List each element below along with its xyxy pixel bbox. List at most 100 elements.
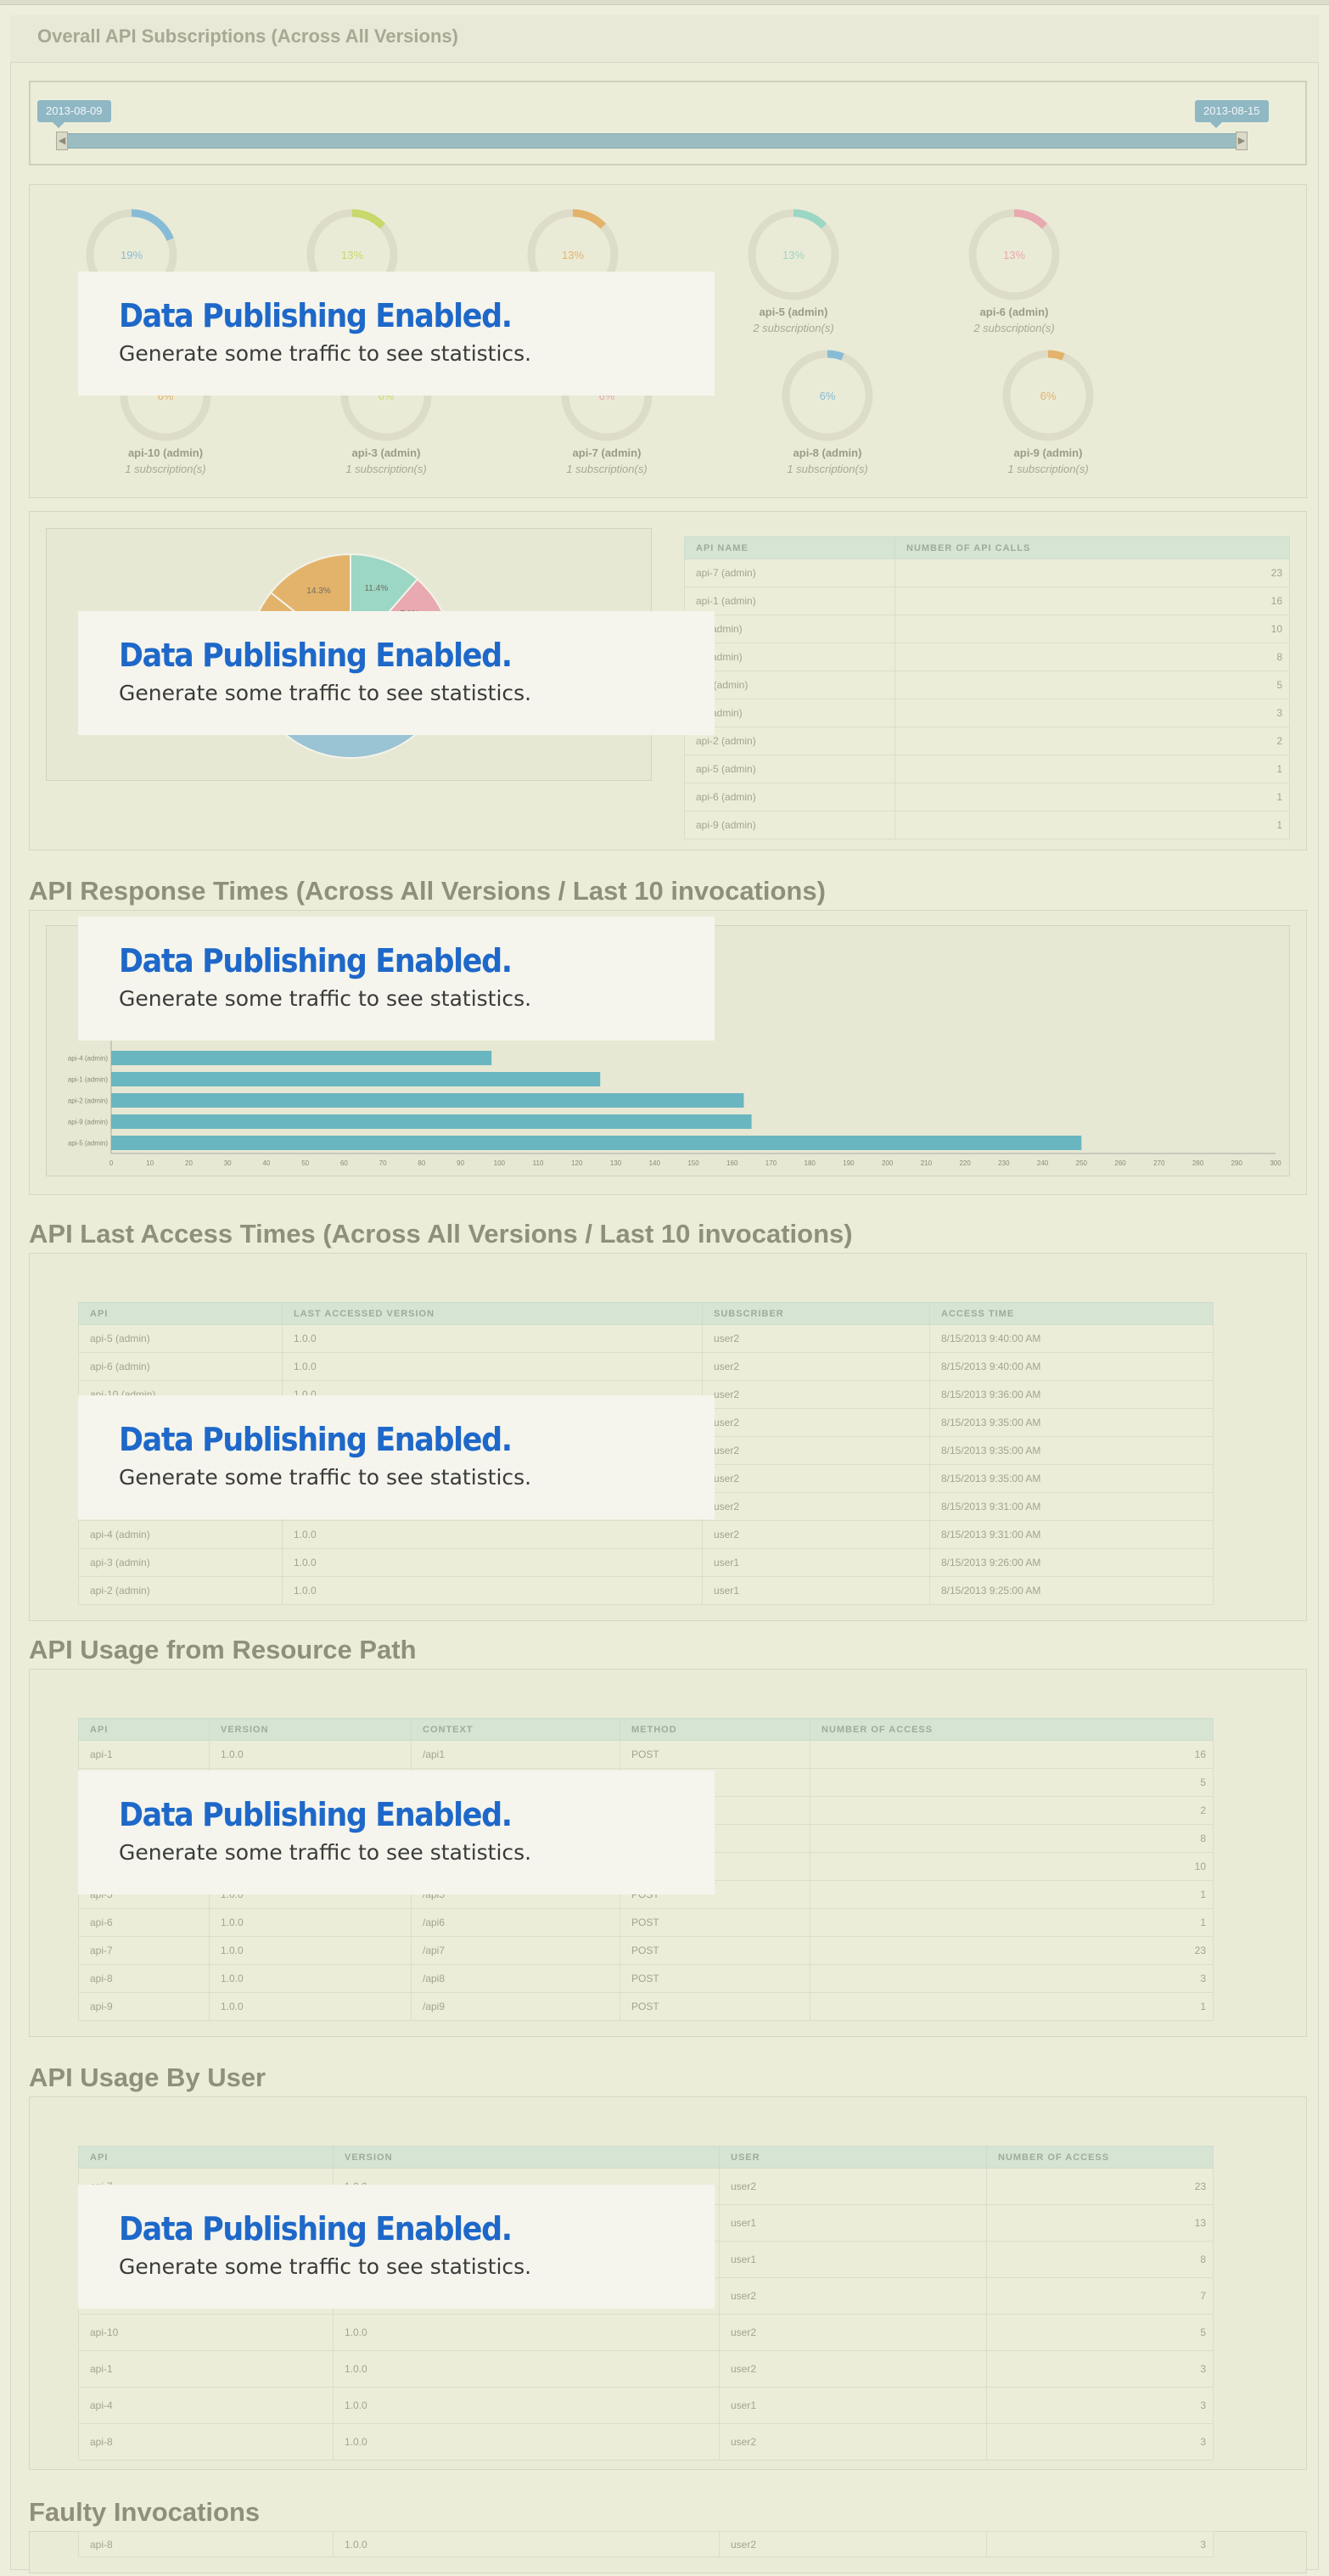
x-tick-label: 210 [921, 1159, 933, 1167]
table-cell: 10 [810, 1852, 1214, 1881]
table-cell: 2 [810, 1796, 1214, 1825]
overlay-title: Data Publishing Enabled. [119, 942, 513, 979]
slider-right-handle[interactable]: ▶ [1236, 132, 1248, 150]
x-tick-label: 150 [687, 1159, 699, 1167]
data-publishing-overlay: Data Publishing Enabled. Generate some t… [78, 917, 715, 1041]
overlay-subtitle: Generate some traffic to see statistics. [119, 2254, 532, 2279]
col-number-of-access: NUMBER OF ACCESS [810, 1718, 1214, 1741]
col-method: METHOD [620, 1718, 810, 1741]
table-row: -10 (admin) 5 [684, 671, 1290, 699]
donut-ring: 6% [782, 350, 873, 441]
x-tick-label: 220 [959, 1159, 971, 1167]
col-number-of-calls: NUMBER OF API CALLS [894, 536, 1290, 559]
section-title-faulty: Faulty Invocations [29, 2497, 261, 2527]
table-cell: 1 [894, 811, 1290, 839]
table-cell: api-8 [78, 2531, 334, 2557]
table-cell: user1 [719, 2204, 987, 2242]
table-cell: 8 [810, 1824, 1214, 1853]
table-cell: 1.0.0 [333, 2350, 720, 2388]
table-cell: api-6 (admin) [78, 1352, 283, 1381]
table-cell: user2 [702, 1492, 930, 1521]
donut-subscription-count: 1 subscription(s) [345, 463, 427, 475]
donut-api-name: api-9 (admin) [1013, 446, 1083, 459]
x-tick-label: 160 [726, 1159, 738, 1167]
response-time-bar [111, 1093, 744, 1108]
table-cell: user2 [719, 2314, 987, 2351]
donut-subscription-count: 1 subscription(s) [1007, 463, 1089, 475]
table-cell: user1 [719, 2387, 987, 2424]
x-tick-label: 260 [1114, 1159, 1126, 1167]
start-date-tooltip: 2013-08-09 [37, 100, 111, 128]
api-calls-table: API NAME NUMBER OF API CALLS api-7 (admi… [684, 536, 1290, 839]
col-api: API [78, 1718, 210, 1741]
col-context: CONTEXT [411, 1718, 620, 1741]
table-cell: api-4 [78, 2387, 334, 2424]
x-tick-label: 40 [262, 1159, 270, 1167]
donut-ring: 6% [1002, 350, 1094, 441]
table-cell: api-10 [78, 2314, 334, 2351]
table-cell: 1.0.0 [282, 1548, 703, 1577]
table-cell: api-9 (admin) [684, 811, 895, 839]
table-cell: 8/15/2013 9:26:00 AM [929, 1548, 1214, 1577]
table-cell: user2 [702, 1352, 930, 1381]
data-publishing-overlay: Data Publishing Enabled. Generate some t… [78, 1395, 715, 1519]
table-row: api-5 (admin) 1.0.0 user2 8/15/2013 9:40:00… [78, 1324, 1214, 1353]
donut-subscription-count: 2 subscription(s) [753, 322, 834, 334]
table-cell: 1.0.0 [282, 1352, 703, 1381]
date-range-slider[interactable] [56, 133, 1246, 149]
table-cell: -10 (admin) [684, 671, 895, 699]
table-cell: api-3 (admin) [78, 1548, 283, 1577]
donut-percent: 6% [1040, 390, 1057, 402]
table-row: api-8 1.0.0 user2 3 [78, 2423, 1214, 2461]
x-tick-label: 120 [571, 1159, 583, 1167]
response-time-bar [111, 1072, 601, 1086]
table-cell: 3 [810, 1964, 1214, 1993]
table-cell: user2 [702, 1380, 930, 1409]
table-cell: 8/15/2013 9:31:00 AM [929, 1520, 1214, 1549]
x-tick-label: 170 [765, 1159, 777, 1167]
table-cell: 3 [894, 699, 1290, 727]
x-tick-label: 60 [340, 1159, 348, 1167]
table-row: api-8 1.0.0/api8 POST 3 [78, 1964, 1214, 1993]
date-range-panel [29, 81, 1307, 166]
response-time-bar [111, 1114, 752, 1129]
table-cell: api-1 [78, 2350, 334, 2388]
donut-api-name: api-5 (admin) [759, 306, 828, 318]
table-cell: user2 [719, 2531, 987, 2557]
table-cell: api-6 (admin) [684, 783, 895, 811]
col-number-of-access: NUMBER OF ACCESS [986, 2146, 1214, 2169]
data-publishing-overlay: Data Publishing Enabled. Generate some t… [78, 1771, 715, 1894]
table-cell: 1.0.0 [209, 1964, 412, 1993]
table-cell: api-5 (admin) [684, 755, 895, 783]
table-cell: 23 [986, 2168, 1214, 2205]
table-cell: -8 (admin) [684, 699, 895, 727]
table-cell: 7 [986, 2277, 1214, 2315]
col-api: API [78, 2146, 334, 2169]
x-tick-label: 270 [1153, 1159, 1165, 1167]
col-api: API [78, 1302, 283, 1325]
table-cell: user1 [702, 1548, 930, 1577]
x-tick-label: 10 [146, 1159, 154, 1167]
table-cell: api-7 [78, 1936, 210, 1965]
section-title-resource-path: API Usage from Resource Path [29, 1635, 417, 1664]
overlay-subtitle: Generate some traffic to see statistics. [119, 681, 532, 705]
table-cell: 8/15/2013 9:40:00 AM [929, 1352, 1214, 1381]
table-row: api-5 (admin) 1 [684, 755, 1290, 783]
table-cell: 2 [894, 727, 1290, 755]
x-tick-label: 90 [457, 1159, 464, 1167]
table-cell: POST [620, 1964, 810, 1993]
table-cell: user2 [702, 1436, 930, 1465]
table-cell: 1.0.0 [333, 2314, 720, 2351]
slider-left-handle[interactable]: ◀ [56, 132, 68, 150]
section-title-by-user: API Usage By User [29, 2062, 266, 2092]
overlay-title: Data Publishing Enabled. [119, 1421, 513, 1458]
x-tick-label: 110 [533, 1159, 544, 1167]
x-tick-label: 230 [998, 1159, 1010, 1167]
table-cell: /api7 [411, 1936, 620, 1965]
table-cell: 16 [810, 1740, 1214, 1769]
table-row: -8 (admin) 3 [684, 699, 1290, 727]
table-row: api-6 (admin) 1 [684, 783, 1290, 811]
bar-category-label: api-2 (admin) [68, 1097, 108, 1105]
table-cell: 1.0.0 [209, 1908, 412, 1937]
table-cell: api-2 (admin) [78, 1576, 283, 1605]
